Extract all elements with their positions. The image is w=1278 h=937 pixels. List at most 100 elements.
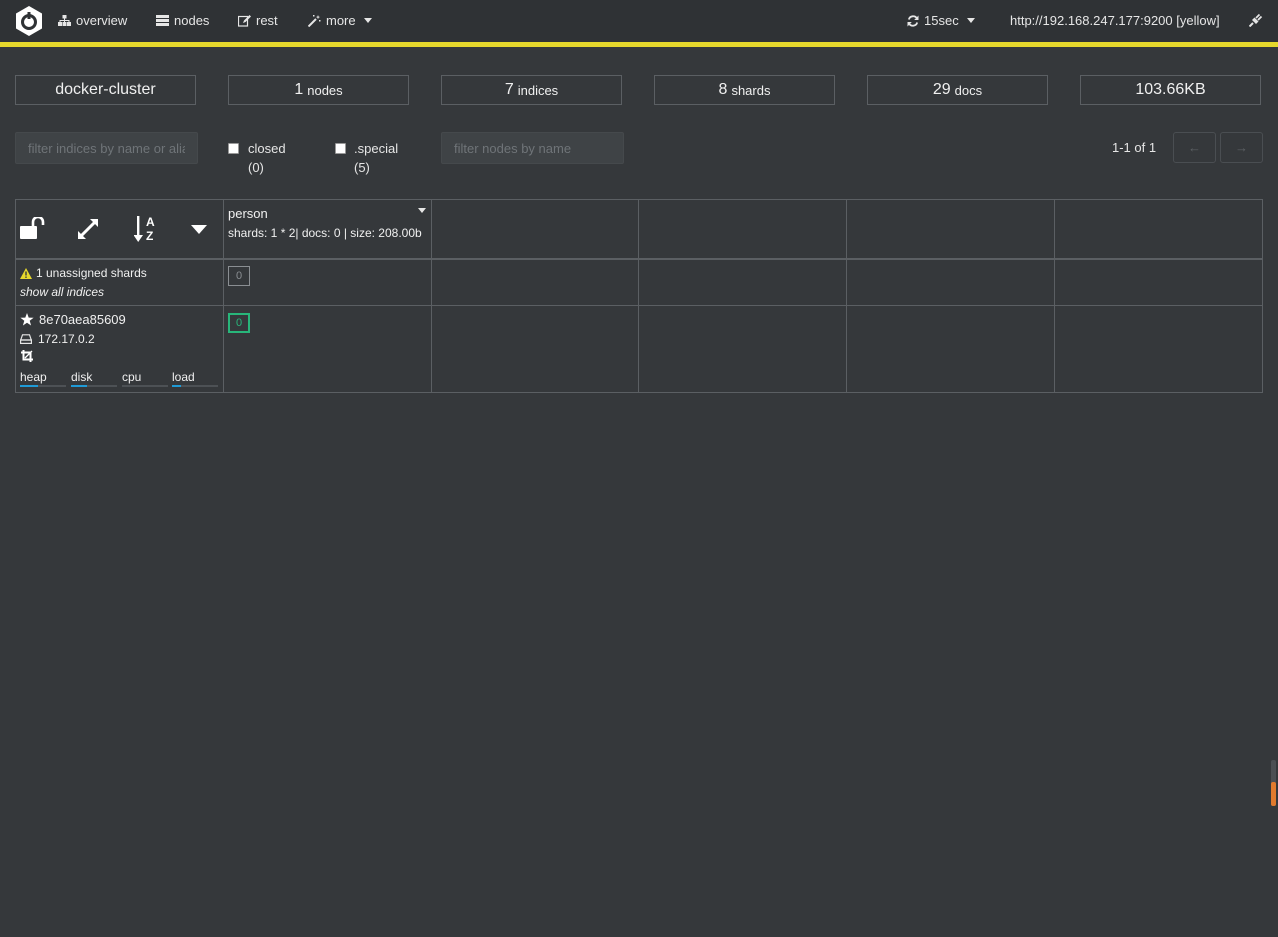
shards-label: shards bbox=[731, 82, 771, 98]
caret-down-icon[interactable] bbox=[191, 225, 207, 235]
table-divider bbox=[15, 305, 1263, 306]
magic-wand-icon bbox=[308, 14, 321, 27]
shards-count: 8 bbox=[718, 81, 728, 98]
special-label: .special bbox=[354, 141, 399, 156]
load-bar-fill bbox=[172, 385, 182, 387]
unassigned-shard-number: 0 bbox=[235, 270, 243, 282]
primary-shard[interactable]: 0 bbox=[228, 313, 250, 333]
node-name-row[interactable]: 8e70aea85609 bbox=[20, 312, 126, 327]
closed-checkbox[interactable] bbox=[228, 143, 239, 154]
warning-icon bbox=[20, 267, 32, 279]
heap-bar-fill bbox=[20, 385, 39, 387]
nav-nodes-label: nodes bbox=[174, 13, 210, 28]
chevron-down-icon bbox=[966, 18, 975, 23]
indices-count: 7 bbox=[504, 81, 514, 98]
nodes-stat: 1 nodes bbox=[228, 75, 409, 105]
svg-text:A: A bbox=[146, 215, 155, 229]
cluster-overview-table: A Z person shards: 1 * 2| docs: 0 | size… bbox=[15, 199, 1263, 393]
chevron-down-icon bbox=[363, 18, 372, 23]
table-border bbox=[15, 199, 1263, 200]
node-name: 8e70aea85609 bbox=[39, 312, 126, 327]
refresh-interval-dropdown[interactable]: 15sec bbox=[907, 13, 975, 28]
sort-alpha-icon[interactable]: A Z bbox=[134, 214, 160, 244]
table-divider bbox=[846, 199, 847, 393]
svg-text:Z: Z bbox=[146, 229, 153, 243]
unassigned-shards-text: 1 unassigned shards bbox=[36, 266, 147, 280]
next-page-button[interactable]: → bbox=[1220, 132, 1263, 163]
nav-more[interactable]: more bbox=[308, 13, 372, 28]
refresh-interval-label: 15sec bbox=[924, 13, 959, 28]
disconnect-button[interactable] bbox=[1249, 13, 1263, 27]
node-ip-row: 172.17.0.2 bbox=[20, 332, 95, 346]
cerebro-logo-icon[interactable] bbox=[14, 5, 44, 37]
disk-label: disk bbox=[71, 370, 93, 384]
indices-label: indices bbox=[517, 82, 559, 98]
star-icon bbox=[20, 313, 34, 326]
index-info: shards: 1 * 2| docs: 0 | size: 208.00b bbox=[228, 226, 422, 240]
expand-icon[interactable] bbox=[76, 217, 100, 241]
special-count: (5) bbox=[354, 160, 370, 175]
cluster-status-bar bbox=[0, 42, 1278, 47]
nav-nodes[interactable]: nodes bbox=[156, 13, 209, 28]
special-checkbox[interactable] bbox=[335, 143, 346, 154]
nodes-label: nodes bbox=[307, 82, 343, 98]
pagination-text: 1-1 of 1 bbox=[1112, 140, 1157, 155]
disk-bar-fill bbox=[71, 385, 88, 387]
prev-page-button[interactable]: ← bbox=[1173, 132, 1216, 163]
cpu-metric: cpu bbox=[122, 370, 168, 387]
disk-bar bbox=[71, 385, 117, 387]
scrollbar[interactable] bbox=[1271, 760, 1276, 806]
size-value: 103.66KB bbox=[1135, 81, 1206, 98]
unlock-icon[interactable] bbox=[19, 217, 45, 241]
arrow-left-icon: ← bbox=[1188, 140, 1201, 155]
docs-label: docs bbox=[954, 82, 983, 98]
connection-url: http://192.168.247.177:9200 [yellow] bbox=[1010, 13, 1220, 28]
hdd-icon bbox=[20, 334, 32, 344]
size-stat: 103.66KB bbox=[1080, 75, 1261, 105]
load-bar bbox=[172, 385, 218, 387]
heap-label: heap bbox=[20, 370, 47, 384]
heap-bar bbox=[20, 385, 66, 387]
nav-more-label: more bbox=[326, 13, 356, 28]
unassigned-shards-row: 1 unassigned shards bbox=[20, 266, 147, 280]
arrow-right-icon: → bbox=[1235, 140, 1248, 155]
sitemap-icon bbox=[58, 15, 71, 26]
table-divider bbox=[15, 258, 1263, 260]
index-menu-icon[interactable] bbox=[418, 208, 426, 213]
closed-count: (0) bbox=[248, 160, 264, 175]
nav-rest-label: rest bbox=[256, 13, 278, 28]
refresh-icon bbox=[907, 14, 919, 27]
plug-icon bbox=[1249, 13, 1263, 27]
closed-label: closed bbox=[248, 141, 286, 156]
load-label: load bbox=[172, 370, 195, 384]
cluster-name-stat: docker-cluster bbox=[15, 75, 196, 105]
indices-stat: 7 indices bbox=[441, 75, 622, 105]
crop-icon bbox=[21, 350, 33, 362]
table-divider bbox=[638, 199, 639, 393]
filter-nodes-input[interactable] bbox=[441, 132, 624, 164]
table-border bbox=[1262, 199, 1263, 393]
nav-overview[interactable]: overview bbox=[58, 13, 127, 28]
nav-rest[interactable]: rest bbox=[238, 13, 278, 28]
table-divider bbox=[431, 199, 432, 393]
primary-shard-number: 0 bbox=[235, 317, 243, 329]
nodes-count: 1 bbox=[294, 81, 304, 98]
docs-stat: 29 docs bbox=[867, 75, 1048, 105]
index-name[interactable]: person bbox=[228, 206, 268, 221]
table-border bbox=[15, 392, 1263, 393]
nav-overview-label: overview bbox=[76, 13, 128, 28]
unassigned-shard[interactable]: 0 bbox=[228, 266, 250, 286]
connection-url-label: http://192.168.247.177:9200 [yellow] bbox=[1010, 13, 1220, 28]
load-metric: load bbox=[172, 370, 218, 387]
scrollbar-thumb[interactable] bbox=[1271, 782, 1276, 806]
edit-icon bbox=[238, 14, 251, 27]
docs-count: 29 bbox=[932, 81, 951, 98]
show-all-indices-link[interactable]: show all indices bbox=[20, 285, 104, 299]
shards-stat: 8 shards bbox=[654, 75, 835, 105]
disk-metric: disk bbox=[71, 370, 117, 387]
node-ip: 172.17.0.2 bbox=[38, 332, 95, 346]
filter-indices-input[interactable] bbox=[15, 132, 198, 164]
server-icon bbox=[156, 15, 169, 26]
table-divider bbox=[223, 199, 224, 393]
cpu-bar bbox=[122, 385, 168, 387]
